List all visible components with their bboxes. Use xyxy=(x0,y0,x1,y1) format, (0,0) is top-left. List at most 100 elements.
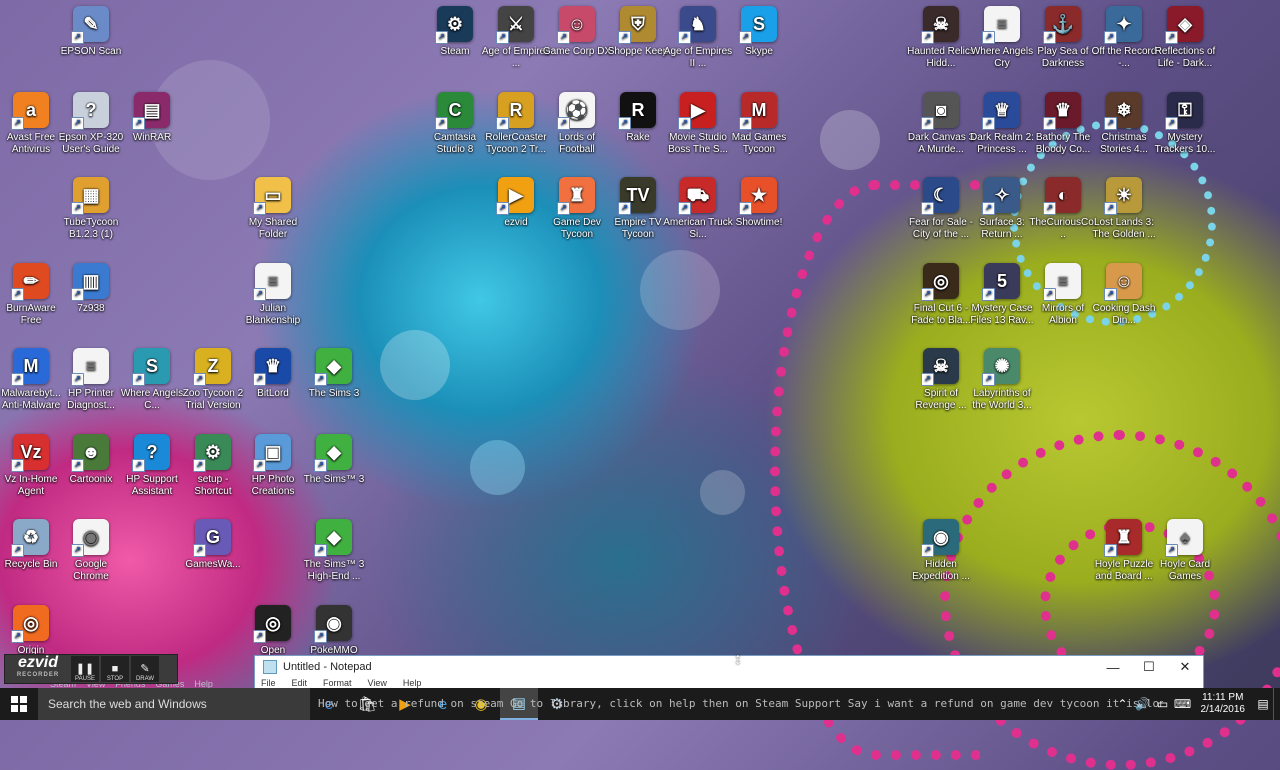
desktop-icon[interactable]: ◐↗TheCuriousCo... xyxy=(1028,177,1098,241)
desktop-icon[interactable]: ✎↗EPSON Scan xyxy=(56,6,126,58)
desktop-icon[interactable]: ≡↗Mirrors of Albion xyxy=(1028,263,1098,327)
desktop-icon[interactable]: M↗Mad Games Tycoon xyxy=(724,92,794,156)
app-icon: ⛟↗ xyxy=(680,177,716,213)
desktop-icon[interactable]: ≡↗Where Angels Cry xyxy=(967,6,1037,70)
taskbar-clock[interactable]: 11:11 PM 2/14/2016 xyxy=(1193,692,1254,716)
desktop-icon[interactable]: G↗GamesWa... xyxy=(178,519,248,571)
desktop-icon[interactable]: ▣↗HP Photo Creations xyxy=(238,434,308,498)
desktop-icon[interactable]: ♕↗Dark Realm 2: Princess ... xyxy=(967,92,1037,156)
desktop-icon-label: Christmas Stories 4... xyxy=(1089,132,1159,156)
desktop-icon[interactable]: ♞↗Age of Empires II ... xyxy=(663,6,733,70)
desktop-icon[interactable]: ☀↗Lost Lands 3: The Golden ... xyxy=(1089,177,1159,241)
desktop-icon[interactable]: 5↗Mystery Case Files 13 Rav... xyxy=(967,263,1037,327)
desktop-icon[interactable]: ✧↗Surface 3: Return ... xyxy=(967,177,1037,241)
desktop-icon[interactable]: ▭↗My Shared Folder xyxy=(238,177,308,241)
desktop-icon[interactable]: ☾↗Fear for Sale - City of the ... xyxy=(906,177,976,241)
desktop-icon-label: Hidden Expedition ... xyxy=(906,559,976,583)
desktop-icon[interactable]: ≡↗HP Printer Diagnost... xyxy=(56,348,126,412)
desktop-icon[interactable]: ☺↗Cooking Dash Din... xyxy=(1089,263,1159,327)
desktop-icon[interactable]: ◈↗Reflections of Life - Dark... xyxy=(1150,6,1220,70)
desktop-icon[interactable]: ❄↗Christmas Stories 4... xyxy=(1089,92,1159,156)
desktop-icon[interactable]: ♜↗Hoyle Puzzle and Board ... xyxy=(1089,519,1159,583)
desktop-icon[interactable]: ◙↗Dark Canvas 3 A Murde... xyxy=(906,92,976,156)
desktop-icon[interactable]: ◎↗Final Cut 6 - Fade to Bla... xyxy=(906,263,976,327)
draw-button[interactable]: ✎ DRAW xyxy=(131,656,159,682)
desktop-icon[interactable]: ☠↗Spirit of Revenge ... xyxy=(906,348,976,412)
start-button[interactable] xyxy=(0,688,38,720)
desktop-icon[interactable]: ◎↗Origin xyxy=(0,605,66,657)
app-icon: ⚙↗ xyxy=(195,434,231,470)
desktop-icon[interactable]: ?↗Epson XP-320 User's Guide xyxy=(56,92,126,156)
desktop-icon[interactable]: R↗RollerCoaster Tycoon 2 Tr... xyxy=(481,92,551,156)
desktop-icon[interactable]: ▶↗ezvid xyxy=(481,177,551,229)
app-icon: ♜↗ xyxy=(559,177,595,213)
desktop-icon[interactable]: ☠↗Haunted Relics Hidd... xyxy=(906,6,976,70)
taskbar-search-box[interactable]: Search the web and Windows xyxy=(38,688,310,720)
show-desktop-button[interactable] xyxy=(1273,688,1280,720)
desktop-icon[interactable]: S↗Where Angels C... xyxy=(117,348,187,412)
chevron-up-icon[interactable]: ⌃ xyxy=(1113,697,1133,711)
desktop-icon[interactable]: C↗Camtasia Studio 8 xyxy=(420,92,490,156)
desktop-icon[interactable]: ▶↗Movie Studio Boss The S... xyxy=(663,92,733,156)
desktop-icon[interactable]: ✺↗Labyrinths of the World 3... xyxy=(967,348,1037,412)
desktop-icon[interactable]: ◉↗PokeMMO xyxy=(299,605,369,657)
app-icon: ☠↗ xyxy=(923,348,959,384)
desktop-icon[interactable]: ◆↗The Sims™ 3 xyxy=(299,434,369,486)
shortcut-arrow-icon: ↗ xyxy=(921,373,934,386)
desktop-icon[interactable]: ◉↗Google Chrome xyxy=(56,519,126,583)
desktop-icon[interactable]: ♜↗Game Dev Tycoon xyxy=(542,177,612,241)
desktop-icon[interactable]: ♛↗BitLord xyxy=(238,348,308,400)
network-icon[interactable]: ▭ xyxy=(1153,697,1173,711)
desktop-icon[interactable]: ⚽↗Lords of Football xyxy=(542,92,612,156)
desktop-icon[interactable]: ♠↗Hoyle Card Games xyxy=(1150,519,1220,583)
desktop-icon[interactable]: ?↗HP Support Assistant xyxy=(117,434,187,498)
desktop-icon[interactable]: ✦↗Off the Record -... xyxy=(1089,6,1159,70)
desktop-icon-label: HP Photo Creations xyxy=(238,474,308,498)
shortcut-arrow-icon: ↗ xyxy=(253,288,266,301)
shortcut-arrow-icon: ↗ xyxy=(132,117,145,130)
shortcut-arrow-icon: ↗ xyxy=(193,459,206,472)
desktop-icon[interactable]: ◎↗Open xyxy=(238,605,308,657)
desktop-icon[interactable]: ⚿↗Mystery Trackers 10... xyxy=(1150,92,1220,156)
pause-label: PAUSE xyxy=(75,676,95,682)
keyboard-icon[interactable]: ⌨ xyxy=(1173,697,1193,711)
app-icon: ≡↗ xyxy=(73,348,109,384)
app-icon: ♻↗ xyxy=(13,519,49,555)
desktop-icon[interactable]: ▥↗7z938 xyxy=(56,263,126,315)
app-icon: ◎↗ xyxy=(923,263,959,299)
desktop-icon[interactable]: ⚙↗Steam xyxy=(420,6,490,58)
minimize-button[interactable]: — xyxy=(1095,656,1131,678)
desktop-icon[interactable]: ≡↗Julian Blankenship xyxy=(238,263,308,327)
desktop-icon[interactable]: ◆↗The Sims 3 xyxy=(299,348,369,400)
desktop-icon[interactable]: ⚔↗Age of Empires ... xyxy=(481,6,551,70)
shortcut-arrow-icon: ↗ xyxy=(11,117,24,130)
desktop-icon[interactable]: ⛟↗American Truck Si... xyxy=(663,177,733,241)
app-icon: ⚽↗ xyxy=(559,92,595,128)
desktop-icon[interactable]: ☻↗Cartoonix xyxy=(56,434,126,486)
close-button[interactable]: ✕ xyxy=(1167,656,1203,678)
action-center-icon[interactable]: ▤ xyxy=(1253,697,1273,711)
app-icon: ✦↗ xyxy=(1106,6,1142,42)
pause-button[interactable]: ❚❚ PAUSE xyxy=(71,656,99,682)
desktop-icon[interactable]: ★↗Showtime! xyxy=(724,177,794,229)
app-icon: TV↗ xyxy=(620,177,656,213)
desktop-icon[interactable]: ♛↗Bathory The Bloody Co... xyxy=(1028,92,1098,156)
maximize-button[interactable]: ☐ xyxy=(1131,656,1167,678)
desktop-icon[interactable]: ▦↗TubeTycoon B1.2.3 (1) xyxy=(56,177,126,241)
desktop-icon[interactable]: S↗Skype xyxy=(724,6,794,58)
desktop-icon[interactable]: ◆↗The Sims™ 3 High-End ... xyxy=(299,519,369,583)
app-icon: ▥↗ xyxy=(73,263,109,299)
stop-button[interactable]: ■ STOP xyxy=(101,656,129,682)
desktop-icon[interactable]: ⚓↗Play Sea of Darkness xyxy=(1028,6,1098,70)
volume-icon[interactable]: 🔊 xyxy=(1133,697,1153,711)
desktop-icon[interactable]: ☺↗Game Corp DX xyxy=(542,6,612,58)
desktop-icon[interactable]: ◉↗Hidden Expedition ... xyxy=(906,519,976,583)
notepad-window[interactable]: Untitled - Notepad — ☐ ✕ File Edit Forma… xyxy=(254,655,1204,690)
app-icon: S↗ xyxy=(741,6,777,42)
notepad-title-bar[interactable]: Untitled - Notepad — ☐ ✕ xyxy=(255,656,1203,678)
desktop-icon-label: HP Support Assistant xyxy=(117,474,187,498)
desktop-icon[interactable]: ▤↗WinRAR xyxy=(117,92,187,144)
desktop-icon-label: Camtasia Studio 8 xyxy=(420,132,490,156)
shortcut-arrow-icon: ↗ xyxy=(618,31,631,44)
shortcut-arrow-icon: ↗ xyxy=(71,373,84,386)
